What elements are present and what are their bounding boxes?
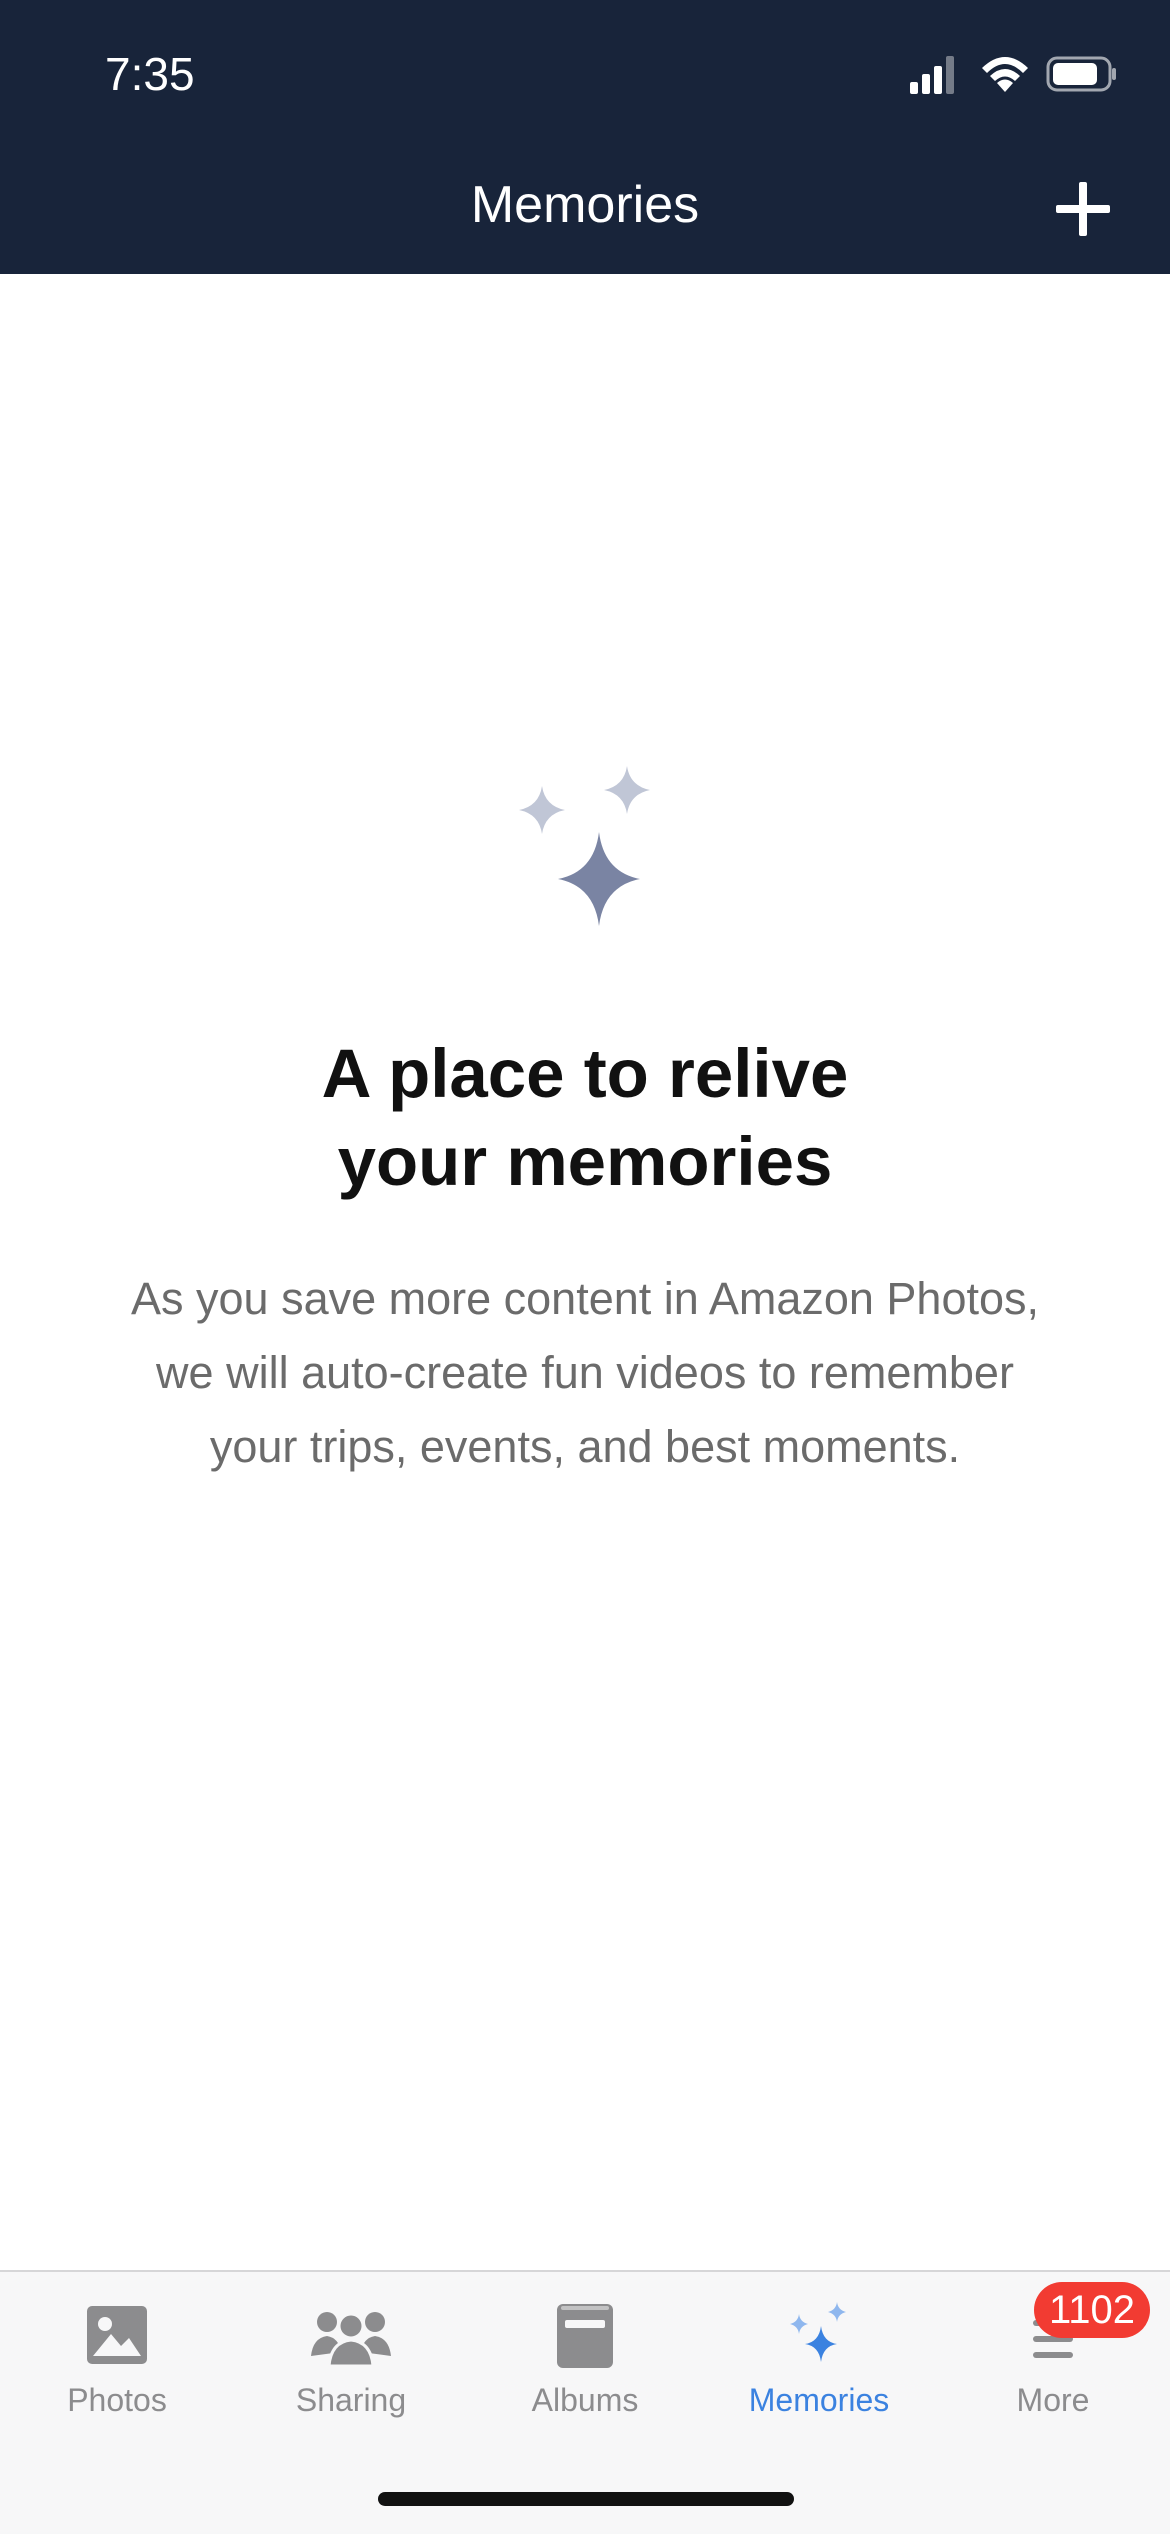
tab-sharing[interactable]: Sharing — [234, 2272, 468, 2432]
photo-icon — [87, 2306, 147, 2364]
wifi-icon — [982, 57, 1028, 92]
empty-state-description: As you save more content in Amazon Photo… — [80, 1262, 1090, 1484]
description-line: your trips, events, and best moments. — [209, 1421, 961, 1472]
tab-label: Photos — [67, 2382, 167, 2418]
people-icon — [311, 2312, 391, 2368]
plus-icon — [1056, 182, 1110, 236]
tab-memories[interactable]: Memories — [702, 2272, 936, 2432]
tab-label: Sharing — [295, 2382, 407, 2418]
page-title: Memories — [470, 176, 700, 234]
status-time: 7:35 — [105, 48, 195, 100]
description-line: As you save more content in Amazon Photo… — [131, 1273, 1039, 1324]
add-button[interactable] — [1048, 174, 1118, 244]
battery-icon — [1046, 56, 1116, 92]
app-header: 7:35 Memories — [0, 0, 1170, 274]
signal-icon — [910, 56, 954, 94]
tab-albums[interactable]: Albums — [468, 2272, 702, 2432]
headline-line: A place to relive — [321, 1035, 849, 1112]
description-line: we will auto-create fun videos to rememb… — [156, 1347, 1014, 1398]
sparkles-icon — [790, 2302, 846, 2362]
notification-badge: 1102 — [1034, 2282, 1150, 2338]
status-icons — [908, 52, 1118, 98]
album-icon — [557, 2304, 613, 2368]
sparkles-icon — [519, 766, 650, 926]
home-indicator[interactable] — [378, 2492, 794, 2506]
tab-photos[interactable]: Photos — [0, 2272, 234, 2432]
tab-label: Memories — [748, 2382, 890, 2418]
headline-line: your memories — [337, 1123, 833, 1200]
tab-label: Albums — [531, 2382, 639, 2418]
tab-label: More — [1016, 2382, 1090, 2418]
empty-state-headline: A place to relive your memories — [0, 1030, 1170, 1206]
